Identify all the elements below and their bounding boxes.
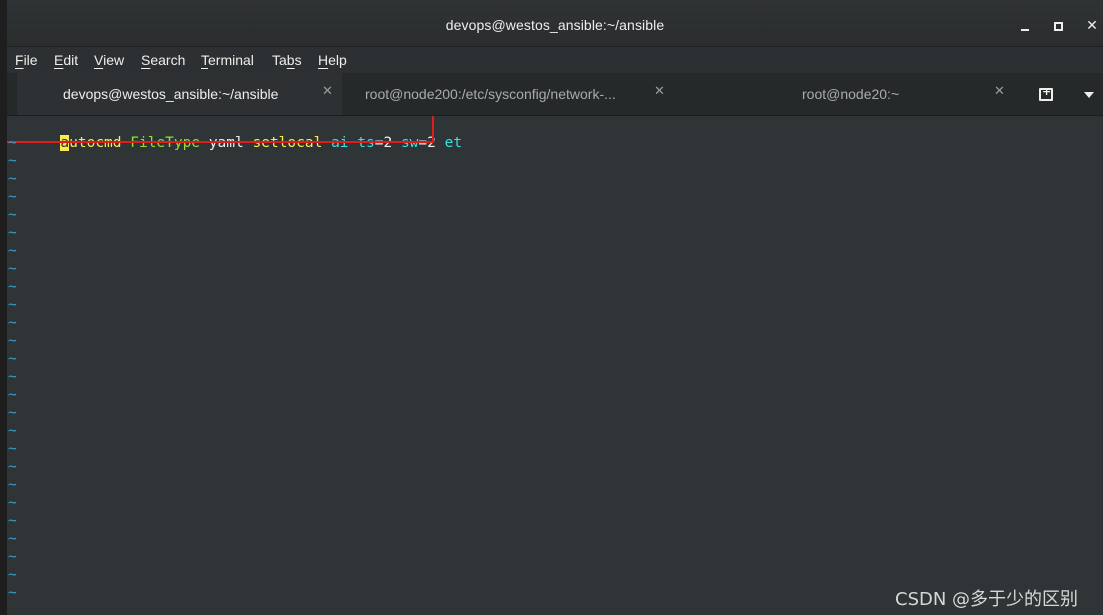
terminal-window: devops@westos_ansible:~/ansible ✕ File E… (7, 0, 1103, 615)
empty-line-marker: ~ (8, 387, 17, 403)
syntax-token-option: et (444, 135, 463, 151)
empty-line-marker: ~ (8, 189, 17, 205)
empty-line-marker: ~ (8, 405, 17, 421)
close-tab-icon[interactable]: ✕ (654, 84, 665, 99)
minimize-button[interactable] (1014, 15, 1036, 37)
menu-search[interactable]: Search (141, 52, 185, 68)
empty-line-marker: ~ (8, 495, 17, 511)
empty-line-marker: ~ (8, 279, 17, 295)
empty-line-marker: ~ (8, 423, 17, 439)
terminal-content[interactable]: autocmd FileType yaml setlocal ai ts=2 s… (7, 116, 1103, 615)
tab-root-node20[interactable]: root@node20:~ ✕ (677, 73, 1012, 115)
tab-devops-ansible[interactable]: devops@westos_ansible:~/ansible ✕ (17, 73, 342, 115)
empty-line-marker: ~ (8, 297, 17, 313)
close-tab-icon[interactable]: ✕ (322, 84, 333, 99)
maximize-icon (1054, 22, 1063, 31)
close-tab-icon[interactable]: ✕ (994, 84, 1005, 99)
chevron-down-icon (1084, 92, 1094, 98)
tab-menu-button[interactable] (1083, 84, 1097, 104)
highlight-annotation-box (7, 116, 434, 143)
menu-file[interactable]: File (15, 52, 38, 68)
tab-label: devops@westos_ansible:~/ansible (63, 86, 279, 102)
empty-line-marker: ~ (8, 207, 17, 223)
menu-help[interactable]: Help (318, 52, 347, 68)
watermark-text: CSDN @多于少的区别 (895, 589, 1079, 610)
empty-line-marker: ~ (8, 153, 17, 169)
plus-icon: + (1042, 85, 1052, 98)
maximize-button[interactable] (1047, 15, 1069, 37)
tab-label: root@node200:/etc/sysconfig/network-... (365, 86, 616, 102)
empty-line-marker: ~ (8, 567, 17, 583)
close-window-button[interactable]: ✕ (1081, 15, 1103, 37)
empty-line-marker: ~ (8, 549, 17, 565)
empty-line-marker: ~ (8, 225, 17, 241)
empty-line-marker: ~ (8, 369, 17, 385)
empty-line-marker: ~ (8, 243, 17, 259)
tab-label: root@node20:~ (802, 86, 900, 102)
window-title: devops@westos_ansible:~/ansible (445, 17, 665, 33)
tab-root-node200[interactable]: root@node200:/etc/sysconfig/network-... … (347, 73, 672, 115)
menu-bar: File Edit View Search Terminal Tabs Help (7, 47, 1103, 73)
title-bar[interactable]: devops@westos_ansible:~/ansible ✕ (7, 0, 1103, 47)
empty-line-marker: ~ (8, 171, 17, 187)
new-tab-button[interactable]: + (1037, 85, 1057, 103)
menu-edit[interactable]: Edit (54, 52, 78, 68)
empty-line-marker: ~ (8, 477, 17, 493)
empty-line-marker: ~ (8, 531, 17, 547)
empty-line-marker: ~ (8, 351, 17, 367)
empty-line-marker: ~ (8, 585, 17, 601)
empty-line-marker: ~ (8, 135, 17, 151)
empty-line-marker: ~ (8, 333, 17, 349)
empty-line-marker: ~ (8, 315, 17, 331)
desktop-edge (0, 0, 7, 615)
empty-line-marker: ~ (8, 513, 17, 529)
tab-bar: devops@westos_ansible:~/ansible ✕ root@n… (7, 73, 1103, 116)
empty-line-marker: ~ (8, 441, 17, 457)
minimize-icon (1021, 29, 1029, 31)
empty-line-marker: ~ (8, 459, 17, 475)
menu-tabs[interactable]: Tabs (272, 52, 302, 68)
menu-terminal[interactable]: Terminal (201, 52, 254, 68)
menu-view[interactable]: View (94, 52, 124, 68)
empty-line-marker: ~ (8, 261, 17, 277)
